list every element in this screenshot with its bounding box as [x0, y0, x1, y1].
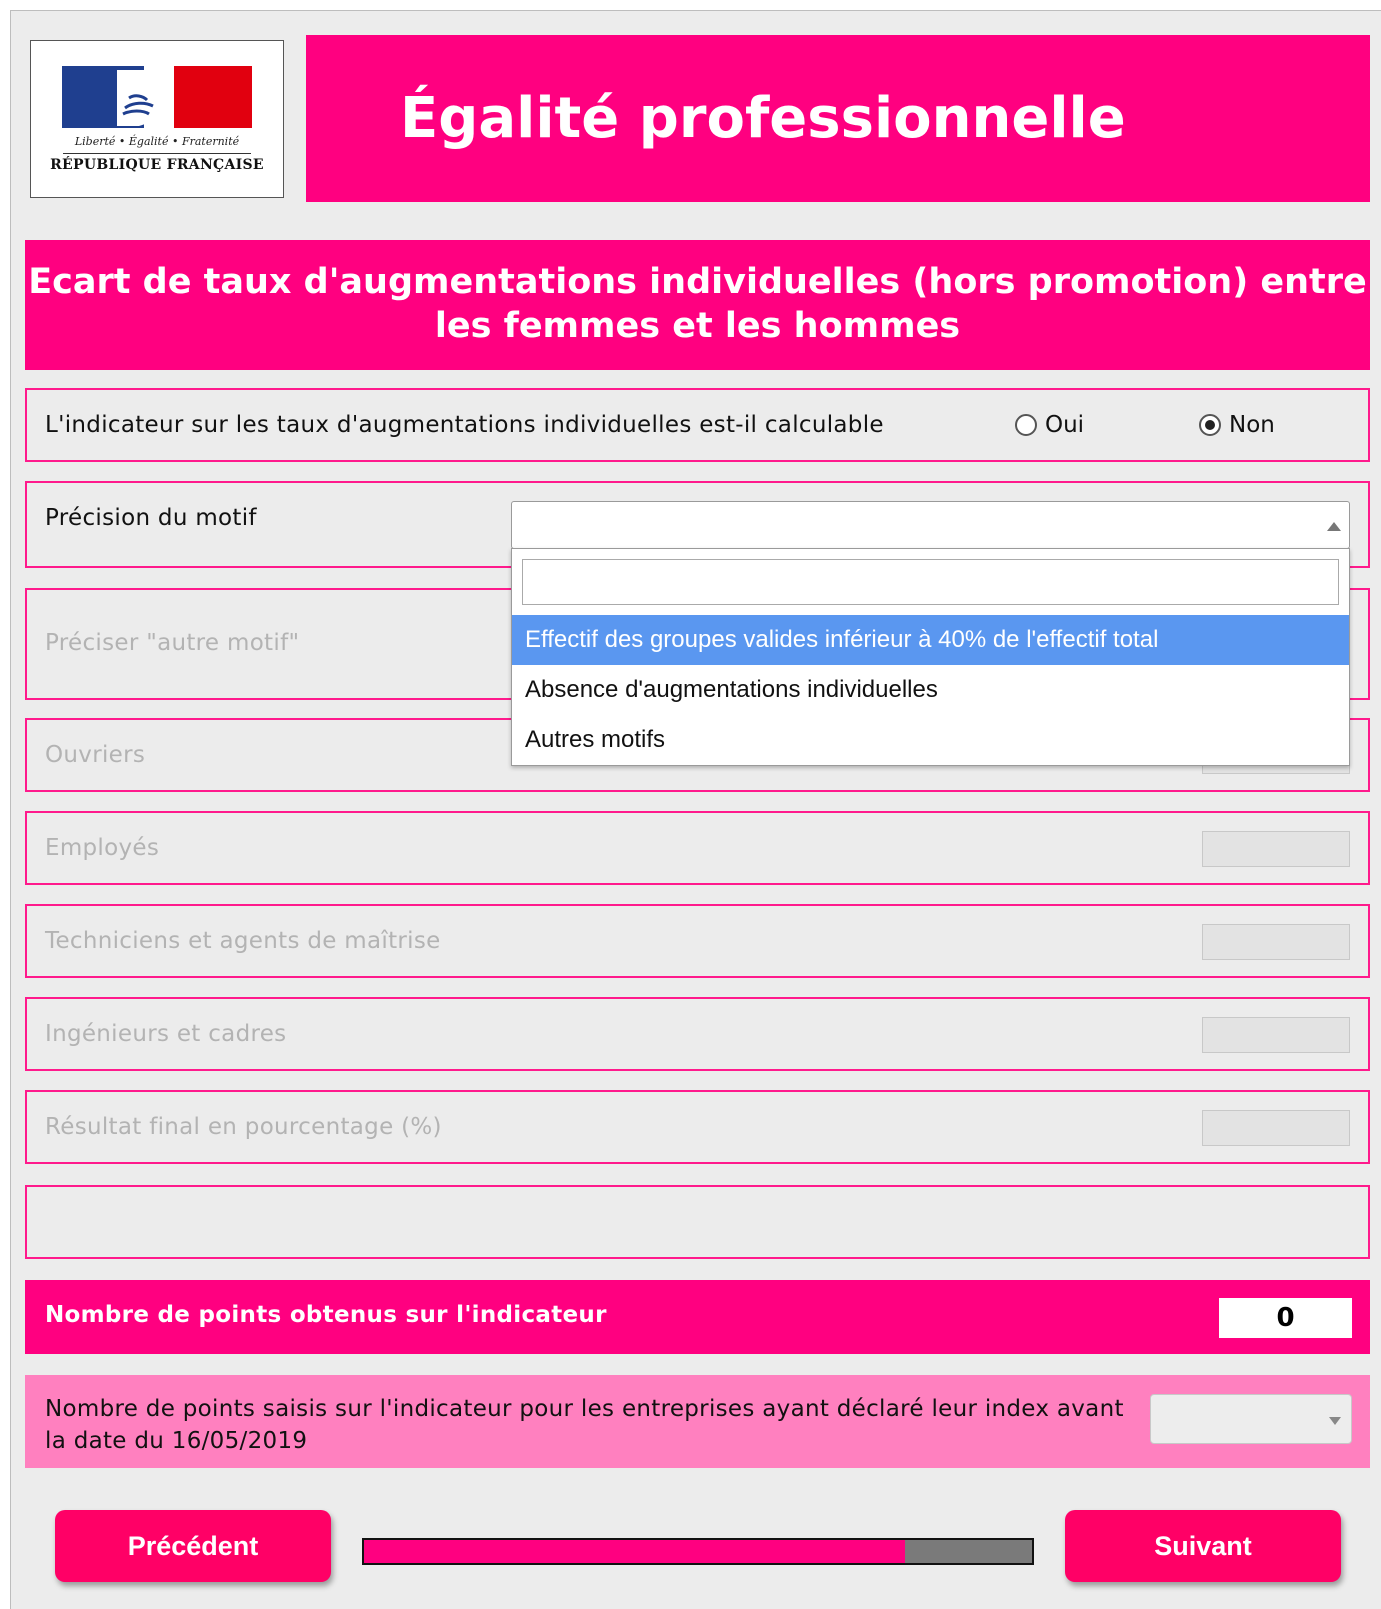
chevron-up-icon: [1327, 522, 1341, 531]
dropdown-option[interactable]: Autres motifs: [512, 715, 1349, 765]
chevron-down-icon: [1329, 1417, 1341, 1425]
marianne-logo: Liberté • Égalité • Fraternité RÉPUBLIQU…: [30, 40, 284, 198]
radio-non-label: Non: [1229, 412, 1275, 438]
category-label: Ouvriers: [45, 742, 146, 768]
techniciens-input[interactable]: [1202, 924, 1350, 960]
radio-non-circle[interactable]: [1199, 414, 1221, 436]
app-title-banner: Égalité professionnelle: [306, 35, 1370, 202]
radio-oui[interactable]: Oui: [1015, 412, 1084, 438]
radio-non[interactable]: Non: [1199, 412, 1275, 438]
employes-input[interactable]: [1202, 831, 1350, 867]
category-row-employes: Employés: [25, 811, 1370, 885]
points-saisis-label: Nombre de points saisis sur l'indicateur…: [45, 1396, 1124, 1454]
flag-emblem: [62, 66, 252, 128]
autre-motif-label: Préciser "autre motif": [45, 630, 300, 656]
republic-text: RÉPUBLIQUE FRANÇAISE: [50, 157, 264, 173]
radio-oui-label: Oui: [1045, 412, 1085, 438]
calculable-label: L'indicateur sur les taux d'augmentation…: [45, 412, 884, 438]
points-value: 0: [1219, 1298, 1352, 1338]
category-label: Résultat final en pourcentage (%): [45, 1114, 442, 1140]
calculable-row: L'indicateur sur les taux d'augmentation…: [25, 388, 1370, 462]
category-label: Employés: [45, 835, 160, 861]
dropdown-option[interactable]: Absence d'augmentations individuelles: [512, 665, 1349, 715]
points-saisis-select[interactable]: [1150, 1394, 1352, 1444]
app-title: Égalité professionnelle: [400, 86, 1126, 151]
points-saisis-row: Nombre de points saisis sur l'indicateur…: [25, 1375, 1370, 1468]
motto-text: Liberté • Égalité • Fraternité: [74, 135, 240, 148]
resultat-input[interactable]: [1202, 1110, 1350, 1146]
motif-dropdown: Effectif des groupes valides inférieur à…: [511, 548, 1350, 766]
category-row-ingenieurs: Ingénieurs et cadres: [25, 997, 1370, 1071]
section-title: Ecart de taux d'augmentations individuel…: [25, 240, 1370, 370]
progress-bar: [362, 1538, 1034, 1565]
dropdown-option[interactable]: Effectif des groupes valides inférieur à…: [512, 615, 1349, 665]
marianne-profile-icon: [117, 70, 167, 126]
category-row-techniciens: Techniciens et agents de maîtrise: [25, 904, 1370, 978]
points-bar: Nombre de points obtenus sur l'indicateu…: [25, 1280, 1370, 1354]
message-row: [25, 1185, 1370, 1259]
category-label: Techniciens et agents de maîtrise: [45, 928, 441, 954]
category-label: Ingénieurs et cadres: [45, 1021, 287, 1047]
motif-select[interactable]: [511, 501, 1350, 549]
previous-button[interactable]: Précédent: [55, 1510, 331, 1582]
motif-label: Précision du motif: [45, 505, 257, 531]
radio-oui-circle[interactable]: [1015, 414, 1037, 436]
ingenieurs-input[interactable]: [1202, 1017, 1350, 1053]
next-button[interactable]: Suivant: [1065, 1510, 1341, 1582]
progress-fill: [364, 1540, 906, 1563]
dropdown-search-input[interactable]: [522, 559, 1339, 605]
category-row-resultat: Résultat final en pourcentage (%): [25, 1090, 1370, 1164]
points-label: Nombre de points obtenus sur l'indicateu…: [45, 1302, 607, 1328]
